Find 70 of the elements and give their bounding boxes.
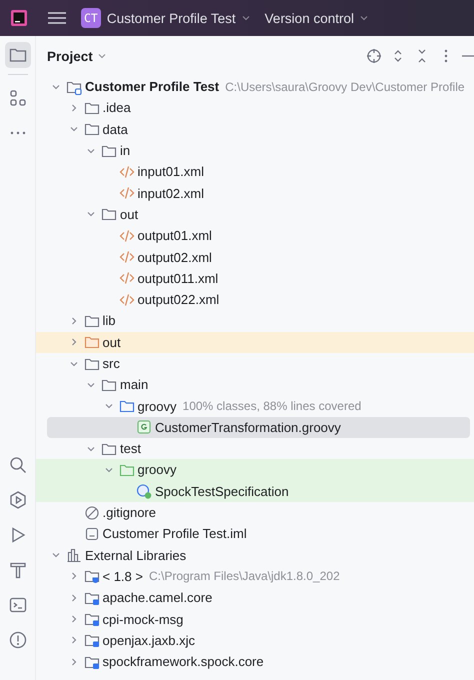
tree-item-label[interactable]: CustomerTransformation.groovy [155, 420, 341, 435]
tree-item-label[interactable]: groovy [138, 398, 177, 414]
problems-icon[interactable] [8, 630, 28, 650]
chevron-down-icon [240, 13, 251, 23]
path-hint: C:\Users\saura\Groovy Dev\Customer Profile [225, 80, 465, 94]
tree-item-label[interactable]: in [120, 143, 130, 158]
libraries-icon [66, 547, 82, 564]
tree-item-label[interactable]: External Libraries [85, 548, 186, 563]
code-file-icon [118, 292, 134, 308]
coverage-hint: 100% classes, 88% lines covered [182, 399, 362, 414]
folder-icon [84, 334, 100, 350]
hammer-icon[interactable] [8, 560, 28, 580]
library-folder-icon [84, 632, 100, 648]
tree-item-label[interactable]: main [120, 377, 148, 392]
menu-icon[interactable] [47, 10, 67, 26]
tree-item-label[interactable]: test [120, 441, 141, 456]
folder-icon [84, 121, 100, 138]
selected-row[interactable]: CustomerTransformation.groovy [47, 416, 470, 438]
tree-item-label[interactable]: Customer Profile Test.iml [102, 526, 247, 542]
test-row[interactable]: groovy [36, 459, 474, 481]
tree-item-label[interactable]: lib [102, 313, 116, 328]
folder-icon [118, 398, 134, 414]
project-button[interactable] [4, 42, 30, 68]
code-file-icon [118, 164, 134, 180]
test-class-icon [136, 483, 152, 500]
project-switcher[interactable]: Customer Profile Test [106, 10, 251, 26]
tree-item-label[interactable]: < 1.8 > [102, 568, 143, 584]
library-folder-icon [84, 568, 100, 584]
tree-item-label[interactable]: input02.xml [138, 186, 204, 201]
tree-item-label[interactable]: input01.xml [138, 164, 204, 180]
path-hint: C:\Program Files\Java\jdk1.8.0_202 [148, 569, 340, 584]
tree-item-label[interactable]: src [102, 356, 120, 371]
search-icon[interactable] [8, 455, 28, 475]
class-file-icon [136, 419, 152, 436]
tree-item-label[interactable]: data [102, 122, 128, 137]
tool-window-title[interactable]: Project [47, 48, 107, 64]
tree-item-label[interactable]: Customer Profile Test [85, 79, 220, 94]
terminal-icon[interactable] [8, 595, 28, 615]
services-icon[interactable] [8, 490, 28, 510]
tree-item-label[interactable]: output022.xml [138, 292, 220, 308]
code-file-icon [118, 185, 134, 202]
tree-item-label[interactable]: .gitignore [102, 505, 156, 520]
test-row[interactable]: SpockTestSpecification [36, 480, 474, 502]
chevron-down-icon [358, 13, 369, 23]
code-file-icon [118, 249, 134, 266]
ignore-file-icon [84, 504, 100, 521]
locate-icon[interactable] [366, 48, 382, 64]
vcs-menu[interactable]: Version control [264, 10, 369, 26]
excluded-row[interactable]: out [36, 332, 474, 353]
chevron-down-icon [96, 51, 107, 61]
structure-icon[interactable] [8, 88, 28, 108]
tree-item-label[interactable]: .idea [102, 100, 131, 116]
tree-item-label[interactable]: out [102, 334, 121, 350]
tree-item-label[interactable]: openjax.jaxb.xjc [102, 632, 195, 648]
file-icon [84, 526, 100, 542]
tree-item-label[interactable]: spockframework.spock.core [102, 654, 264, 670]
tree-item-label[interactable]: groovy [138, 462, 177, 478]
tree-item-label[interactable]: output01.xml [138, 228, 212, 244]
tree-item-label[interactable]: output02.xml [138, 250, 212, 265]
tree-item-label[interactable]: apache.camel.core [102, 590, 212, 606]
folder-icon [101, 206, 117, 222]
tree-item-label[interactable]: output011.xml [138, 270, 218, 286]
project-badge: CT [81, 8, 101, 28]
library-folder-icon [84, 611, 100, 628]
code-file-icon [118, 228, 134, 244]
tree-item-label[interactable]: out [120, 206, 138, 222]
code-file-icon [118, 270, 134, 286]
tree-item-label[interactable]: cpi-mock-msg [102, 612, 184, 627]
app-logo-icon [11, 10, 27, 26]
tree-item-label[interactable]: SpockTestSpecification [155, 484, 289, 499]
